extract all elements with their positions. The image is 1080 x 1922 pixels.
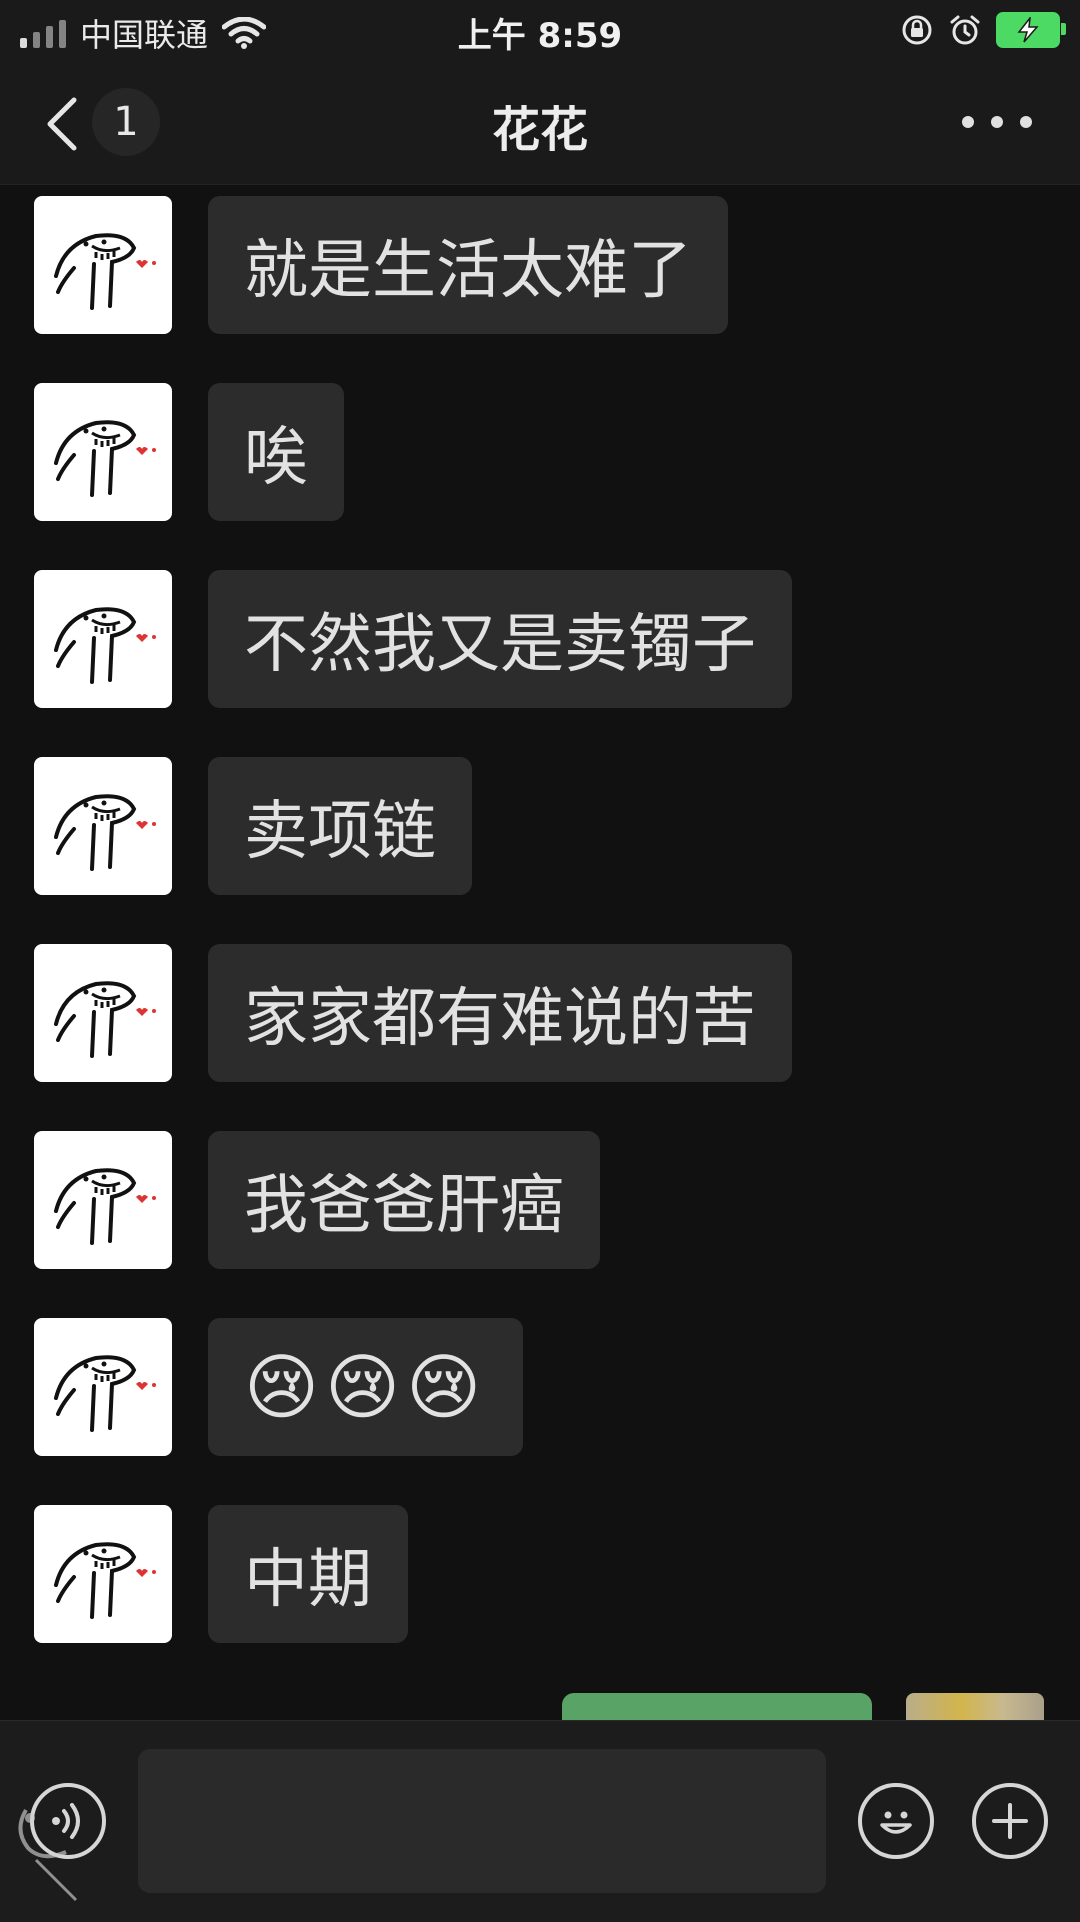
chat-title: 花花 (491, 102, 588, 158)
plus-icon[interactable] (972, 1783, 1048, 1859)
rotation-lock-icon (902, 15, 932, 45)
contact-avatar[interactable] (34, 1131, 172, 1269)
chat-header: 1 花花 (0, 62, 1080, 185)
message-input[interactable] (138, 1749, 826, 1893)
watermark-logo-icon (18, 1808, 78, 1902)
message-bubble[interactable]: 卖项链 (208, 757, 472, 895)
status-right (900, 12, 1066, 48)
alarm-icon (950, 15, 980, 45)
message-bubble[interactable]: 就是生活太难了 (208, 196, 728, 334)
contact-avatar[interactable] (34, 944, 172, 1082)
contact-avatar[interactable] (34, 383, 172, 521)
status-bar: 中国联通 上午 8:59 (0, 0, 1080, 62)
message-bubble[interactable]: 中期 (208, 1505, 408, 1643)
contact-avatar[interactable] (34, 1505, 172, 1643)
message-bubble[interactable]: 我爸爸肝癌 (208, 1131, 600, 1269)
message-bubble[interactable]: 家家都有难说的苦 (208, 944, 792, 1082)
contact-avatar[interactable] (34, 196, 172, 334)
input-bar (0, 1720, 1080, 1922)
battery-charging-icon (996, 12, 1066, 48)
message-bubble[interactable]: 不然我又是卖镯子 (208, 570, 792, 708)
contact-avatar[interactable] (34, 1318, 172, 1456)
contact-avatar[interactable] (34, 570, 172, 708)
emoji-face-icon[interactable] (858, 1783, 934, 1859)
emoji-message-bubble[interactable]: 😢😢😢 (208, 1318, 524, 1456)
contact-avatar[interactable] (34, 757, 172, 895)
message-bubble[interactable]: 唉 (208, 383, 344, 521)
more-dots-icon[interactable] (962, 102, 1032, 142)
message-list[interactable]: 就是生活太难了 唉 不然我又是卖镯子 卖项链 家家都有难说的苦 我爸爸肝癌 😢😢… (0, 184, 1080, 1720)
